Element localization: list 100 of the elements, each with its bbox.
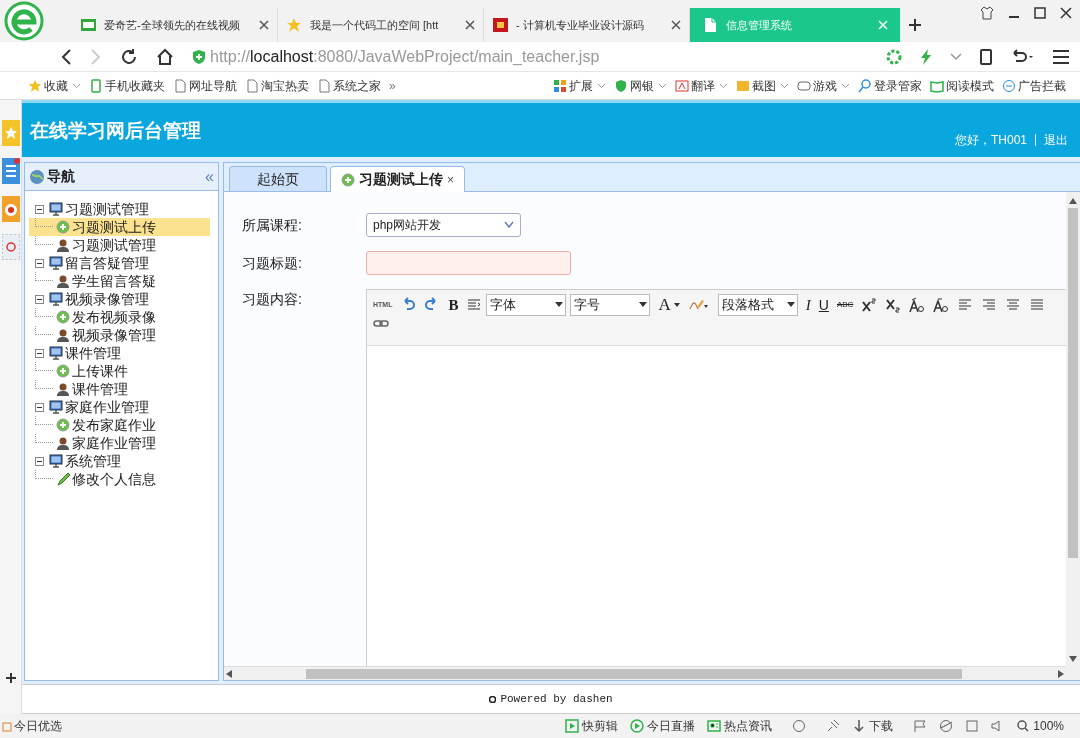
status-link[interactable]: 今日直播 — [647, 717, 696, 735]
tree-item[interactable]: 课件管理 — [29, 380, 210, 398]
right-arrow-icon — [1058, 669, 1064, 678]
tab-title: 信息管理系统 — [726, 17, 793, 33]
course-select[interactable]: php网站开发 — [366, 213, 521, 237]
menu-icon — [1052, 49, 1070, 64]
chevron-down-icon — [504, 221, 514, 229]
tree-folder[interactable]: 留言答疑管理 — [65, 254, 149, 272]
monitor-icon — [49, 256, 63, 270]
url-path: :8080/JavaWebProject/main_teacher.jsp — [313, 47, 600, 65]
justify-icon[interactable] — [1029, 297, 1046, 313]
italic-button[interactable]: I — [805, 294, 811, 316]
tree-item[interactable]: 上传课件 — [29, 362, 210, 380]
tree-item[interactable]: 发布视频录像 — [29, 308, 210, 326]
content-tab[interactable]: 习题测试上传 × — [330, 166, 465, 192]
window-icon — [965, 719, 980, 733]
tab-title: 爱奇艺-全球领先的在线视频 — [104, 17, 241, 33]
tree-item[interactable]: 修改个人信息 — [29, 470, 210, 488]
status-link[interactable]: 快剪辑 — [582, 717, 619, 735]
collapse-button[interactable]: « — [205, 168, 214, 185]
close-icon — [671, 20, 681, 30]
superscript-icon[interactable] — [861, 297, 878, 313]
field-label: 习题标题: — [242, 253, 303, 273]
align-left-icon[interactable] — [957, 297, 974, 313]
add-icon — [56, 310, 70, 324]
paragraph-format-dropdown[interactable]: 段落格式 — [717, 294, 798, 316]
size-dropdown[interactable]: 字号 — [570, 294, 651, 316]
more-bookmarks-button[interactable]: » — [389, 76, 396, 95]
footer-text: Powered by dashen — [500, 691, 613, 707]
page-icon — [702, 17, 718, 33]
bookmark-link[interactable]: 手机收藏夹 — [105, 76, 165, 95]
bookmark-link[interactable]: 游戏 — [813, 76, 837, 95]
play-icon — [630, 719, 645, 733]
indent-icon[interactable] — [466, 297, 483, 313]
vertical-scrollbar[interactable] — [1066, 192, 1080, 680]
strikethrough-button[interactable]: ABC — [836, 294, 854, 316]
status-link[interactable]: 热点资讯 — [724, 717, 773, 735]
shield-icon — [192, 48, 206, 65]
forward-icon — [90, 48, 102, 65]
bookmark-link[interactable]: 网址导航 — [189, 76, 237, 95]
tree-item[interactable]: 视频录像管理 — [29, 326, 210, 344]
tree-item[interactable]: 学生留言答疑 — [29, 272, 210, 290]
tree-folder[interactable]: 习题测试管理 — [65, 200, 149, 218]
left-arrow-icon — [226, 669, 232, 678]
panel-title: 导航 — [47, 167, 76, 186]
shirt-icon — [980, 6, 994, 20]
dropdown-icon — [719, 82, 728, 89]
download-icon — [852, 719, 867, 733]
align-right-icon[interactable] — [981, 297, 998, 313]
bookmark-link[interactable]: 系统之家 — [333, 76, 381, 95]
address-field[interactable]: http://localhost:8080/JavaWebProject/main_teacher.jsp — [192, 44, 868, 69]
dropdown-icon — [673, 303, 680, 307]
zoom-level[interactable]: 100% — [1033, 717, 1064, 735]
status-link[interactable]: 下载 — [869, 717, 894, 735]
close-button[interactable]: × — [447, 170, 454, 189]
bag-icon — [2, 720, 12, 732]
page-icon — [245, 78, 259, 93]
horizontal-scrollbar[interactable] — [224, 666, 1066, 680]
tree-item[interactable]: 习题测试上传 — [29, 218, 210, 236]
pencil-icon — [56, 472, 70, 486]
bookmark-link[interactable]: 翻译 — [691, 76, 715, 95]
bookmark-link[interactable]: 淘宝热卖 — [261, 76, 309, 95]
underline-button[interactable]: U — [818, 294, 829, 316]
tree-item[interactable]: 家庭作业管理 — [29, 434, 210, 452]
page-icon — [317, 78, 331, 93]
tree-folder[interactable]: 家庭作业管理 — [65, 398, 149, 416]
font-color-button[interactable]: A — [658, 294, 680, 316]
tab-title: 我是一个代码工的空间 [htt — [310, 17, 440, 33]
bookmark-link[interactable]: 广告拦截 — [1018, 76, 1066, 95]
tree-folder[interactable]: 系统管理 — [65, 452, 121, 470]
bookmark-link[interactable]: 截图 — [752, 76, 776, 95]
content-tab[interactable]: 起始页 — [229, 166, 327, 191]
bold-button[interactable]: B — [448, 294, 459, 316]
down-arrow-icon — [1069, 656, 1077, 662]
status-link[interactable]: 今日优选 — [14, 717, 62, 735]
bookmark-link[interactable]: 登录管家 — [874, 76, 922, 95]
bookmark-link[interactable]: 阅读模式 — [946, 76, 994, 95]
tree-folder[interactable]: 视频录像管理 — [65, 290, 149, 308]
phone-icon — [89, 78, 103, 93]
bookmark-link[interactable]: 收藏 — [44, 76, 68, 95]
person-icon — [56, 274, 70, 288]
bookmark-link[interactable]: 扩展 — [569, 76, 593, 95]
subscript-icon[interactable] — [885, 297, 902, 313]
tab-label: 习题测试上传 — [359, 170, 443, 189]
reload-icon — [120, 47, 138, 66]
tree-item[interactable]: 发布家庭作业 — [29, 416, 210, 434]
align-center-icon[interactable] — [1005, 297, 1022, 313]
url-scheme: http:// — [210, 47, 251, 65]
font-case-icon[interactable] — [933, 297, 950, 313]
tree-item[interactable]: 习题测试管理 — [29, 236, 210, 254]
close-icon — [878, 20, 888, 30]
news-icon — [707, 719, 722, 733]
tree-folder[interactable]: 课件管理 — [65, 344, 121, 362]
bookmark-link[interactable]: 网银 — [630, 76, 654, 95]
block-icon — [1002, 78, 1016, 93]
font-case-icon[interactable] — [909, 297, 926, 313]
title-input[interactable] — [366, 251, 571, 275]
add-icon — [56, 220, 70, 234]
dropdown-icon — [950, 51, 962, 62]
font-dropdown[interactable]: 字体 — [486, 294, 567, 316]
